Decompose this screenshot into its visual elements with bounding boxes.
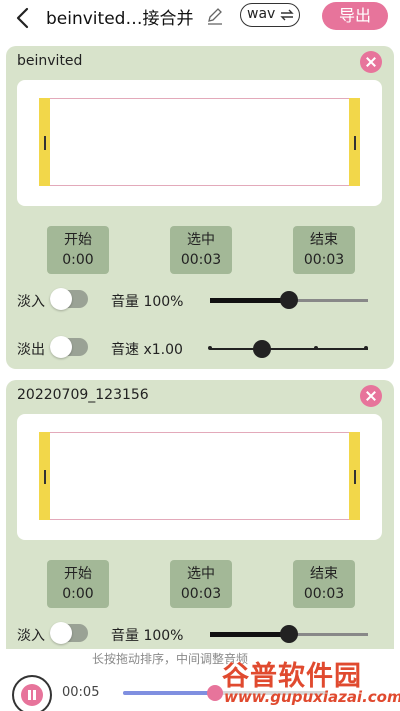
selected-time-button[interactable]: 选中 00:03	[170, 560, 232, 608]
track-card: beinvited 开始 0:00 选中 00:03 结束 00:03 淡入 音…	[6, 46, 394, 369]
waveform-area[interactable]	[17, 414, 382, 540]
volume-slider[interactable]	[210, 291, 368, 309]
end-time-button[interactable]: 结束 00:03	[293, 560, 355, 608]
fade-in-label: 淡入	[17, 628, 45, 644]
volume-label: 音量 100%	[111, 294, 184, 310]
back-arrow-icon[interactable]	[12, 6, 36, 30]
speed-tick	[208, 346, 212, 350]
export-button[interactable]: 导出	[322, 2, 388, 30]
watermark-logo: 谷普软件园 www.gupuxiazai.com	[222, 654, 400, 711]
fade-in-label: 淡入	[17, 294, 45, 310]
swap-icon	[280, 9, 294, 21]
track-card: 20220709_123156 开始 0:00 选中 00:03 结束 00:0…	[6, 380, 394, 670]
fade-in-volume-row: 淡入 音量 100%	[6, 288, 394, 312]
end-label: 结束	[310, 232, 338, 248]
end-time: 00:03	[303, 586, 345, 602]
trim-start-handle[interactable]	[39, 98, 50, 186]
volume-fill	[210, 632, 289, 637]
speed-slider[interactable]	[208, 340, 368, 358]
volume-thumb[interactable]	[280, 625, 298, 643]
grip-icon	[44, 470, 46, 484]
grip-icon	[354, 470, 356, 484]
trim-start-handle[interactable]	[39, 432, 50, 520]
fade-in-toggle[interactable]	[50, 622, 88, 644]
pause-icon	[21, 684, 43, 706]
start-time-button[interactable]: 开始 0:00	[47, 560, 109, 608]
progress-thumb[interactable]	[207, 685, 224, 701]
grip-icon	[44, 136, 46, 150]
selected-time: 00:03	[180, 586, 222, 602]
start-time: 0:00	[62, 586, 94, 602]
start-time: 0:00	[62, 252, 94, 268]
pause-button[interactable]	[12, 675, 52, 711]
selected-time-button[interactable]: 选中 00:03	[170, 226, 232, 274]
volume-thumb[interactable]	[280, 291, 298, 309]
fade-out-toggle[interactable]	[50, 336, 88, 358]
selected-label: 选中	[187, 232, 215, 248]
format-label: wav	[247, 6, 276, 22]
end-label: 结束	[310, 566, 338, 582]
selected-label: 选中	[187, 566, 215, 582]
start-time-button[interactable]: 开始 0:00	[47, 226, 109, 274]
end-time-button[interactable]: 结束 00:03	[293, 226, 355, 274]
speed-tick	[314, 346, 318, 350]
speed-label: 音速 x1.00	[111, 342, 183, 358]
track-name: 20220709_123156	[17, 387, 149, 403]
page-title: beinvited…接合并	[46, 9, 194, 29]
waveform-selection	[39, 98, 360, 186]
track-name: beinvited	[17, 53, 83, 69]
waveform-area[interactable]	[17, 80, 382, 206]
edit-pencil-icon[interactable]	[205, 6, 225, 26]
start-label: 开始	[64, 232, 92, 248]
current-time: 00:05	[62, 685, 100, 700]
toggle-knob	[50, 336, 72, 358]
fade-out-label: 淡出	[17, 342, 45, 358]
volume-slider[interactable]	[210, 625, 368, 643]
grip-icon	[354, 136, 356, 150]
end-time: 00:03	[303, 252, 345, 268]
volume-fill	[210, 298, 289, 303]
remove-track-icon[interactable]	[360, 385, 382, 407]
toggle-knob	[50, 288, 72, 310]
toggle-knob	[50, 622, 72, 644]
start-label: 开始	[64, 566, 92, 582]
top-bar: beinvited…接合并 wav 导出	[0, 0, 400, 36]
format-switch-button[interactable]: wav	[240, 3, 300, 27]
fade-in-toggle[interactable]	[50, 288, 88, 310]
speed-thumb[interactable]	[253, 340, 272, 358]
speed-tick	[364, 346, 368, 350]
fade-in-volume-row: 淡入 音量 100%	[6, 622, 394, 646]
audio-merge-screen: beinvited…接合并 wav 导出 beinvited 开始 0:00 选…	[0, 0, 400, 711]
fade-out-speed-row: 淡出 音速 x1.00	[6, 336, 394, 360]
trim-end-handle[interactable]	[349, 432, 360, 520]
selected-time: 00:03	[180, 252, 222, 268]
watermark-url: www.gupuxiazai.com	[224, 688, 400, 706]
volume-label: 音量 100%	[111, 628, 184, 644]
remove-track-icon[interactable]	[360, 51, 382, 73]
waveform-selection	[39, 432, 360, 520]
progress-fill	[123, 691, 216, 695]
trim-end-handle[interactable]	[349, 98, 360, 186]
